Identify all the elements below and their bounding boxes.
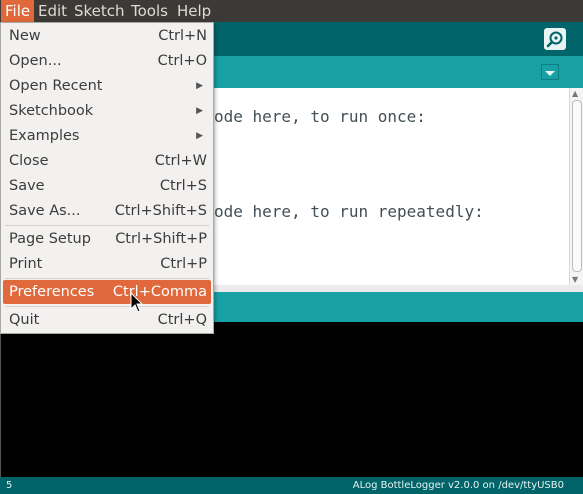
scroll-up-icon[interactable]: ▲	[572, 89, 578, 98]
magnifier-icon	[546, 31, 563, 48]
menu-item-label: Close	[9, 153, 49, 169]
scrollbar-thumb[interactable]	[572, 100, 582, 272]
menu-item-label: Sketchbook	[9, 103, 94, 119]
menu-edit[interactable]: Edit	[34, 0, 71, 22]
menu-item-shortcut: Ctrl+N	[158, 28, 207, 44]
menu-item-shortcut: Ctrl+P	[160, 256, 207, 272]
code-line: ode here, to run repeatedly:	[214, 202, 484, 221]
menu-item-open-recent[interactable]: Open Recent ▶	[3, 74, 211, 98]
menu-item-shortcut: Ctrl+Q	[157, 312, 207, 328]
submenu-arrow-icon: ▶	[196, 106, 203, 116]
file-menu: New Ctrl+N Open... Ctrl+O Open Recent ▶ …	[0, 22, 214, 334]
serial-monitor-button[interactable]	[544, 28, 566, 50]
menu-item-new[interactable]: New Ctrl+N	[3, 24, 211, 48]
scroll-down-icon[interactable]: ▼	[572, 275, 578, 284]
menu-item-label: Open Recent	[9, 78, 103, 94]
menu-item-shortcut: Ctrl+O	[157, 53, 207, 69]
mouse-pointer-icon	[130, 292, 144, 313]
menu-item-label: Save As...	[9, 203, 81, 219]
menu-item-label: Page Setup	[9, 231, 91, 247]
menu-item-shortcut: Ctrl+S	[159, 178, 207, 194]
menu-item-label: Preferences	[9, 284, 95, 300]
menu-item-shortcut: Ctrl+Shift+P	[115, 231, 207, 247]
menu-item-page-setup[interactable]: Page Setup Ctrl+Shift+P	[3, 227, 211, 251]
menu-item-label: Open...	[9, 53, 62, 69]
menu-item-preferences[interactable]: Preferences Ctrl+Comma	[3, 280, 211, 304]
menu-bar: File Edit Sketch Tools Help	[0, 0, 583, 22]
menu-tools[interactable]: Tools	[127, 0, 172, 22]
tab-menu-button[interactable]	[541, 64, 559, 80]
menu-item-quit[interactable]: Quit Ctrl+Q	[3, 308, 211, 332]
line-number: 5	[6, 480, 13, 491]
menu-help[interactable]: Help	[173, 0, 215, 22]
menu-item-sketchbook[interactable]: Sketchbook ▶	[3, 99, 211, 123]
code-line: ode here, to run once:	[214, 107, 426, 126]
board-port-label: ALog BottleLogger v2.0.0 on /dev/ttyUSB0	[352, 480, 564, 491]
chevron-down-icon	[545, 71, 555, 76]
menu-item-label: Save	[9, 178, 45, 194]
menu-file[interactable]: File	[1, 0, 35, 22]
editor-scrollbar[interactable]: ▲ ▼	[569, 88, 583, 285]
menu-item-shortcut: Ctrl+W	[154, 153, 207, 169]
menu-separator	[5, 278, 209, 279]
menu-separator	[5, 306, 209, 307]
menu-item-print[interactable]: Print Ctrl+P	[3, 252, 211, 276]
menu-item-label: New	[9, 28, 41, 44]
menu-item-examples[interactable]: Examples ▶	[3, 124, 211, 148]
menu-sketch[interactable]: Sketch	[70, 0, 129, 22]
menu-item-save-as[interactable]: Save As... Ctrl+Shift+S	[3, 199, 211, 223]
status-bar: 5 ALog BottleLogger v2.0.0 on /dev/ttyUS…	[0, 477, 583, 494]
menu-item-label: Examples	[9, 128, 80, 144]
menu-item-save[interactable]: Save Ctrl+S	[3, 174, 211, 198]
menu-item-shortcut: Ctrl+Comma	[112, 284, 207, 300]
menu-item-close[interactable]: Close Ctrl+W	[3, 149, 211, 173]
menu-separator	[5, 225, 209, 226]
submenu-arrow-icon: ▶	[196, 81, 203, 91]
console-output	[0, 322, 583, 477]
menu-item-open[interactable]: Open... Ctrl+O	[3, 49, 211, 73]
submenu-arrow-icon: ▶	[196, 131, 203, 141]
menu-item-shortcut: Ctrl+Shift+S	[114, 203, 207, 219]
menu-item-label: Print	[9, 256, 43, 272]
menu-item-label: Quit	[9, 312, 40, 328]
